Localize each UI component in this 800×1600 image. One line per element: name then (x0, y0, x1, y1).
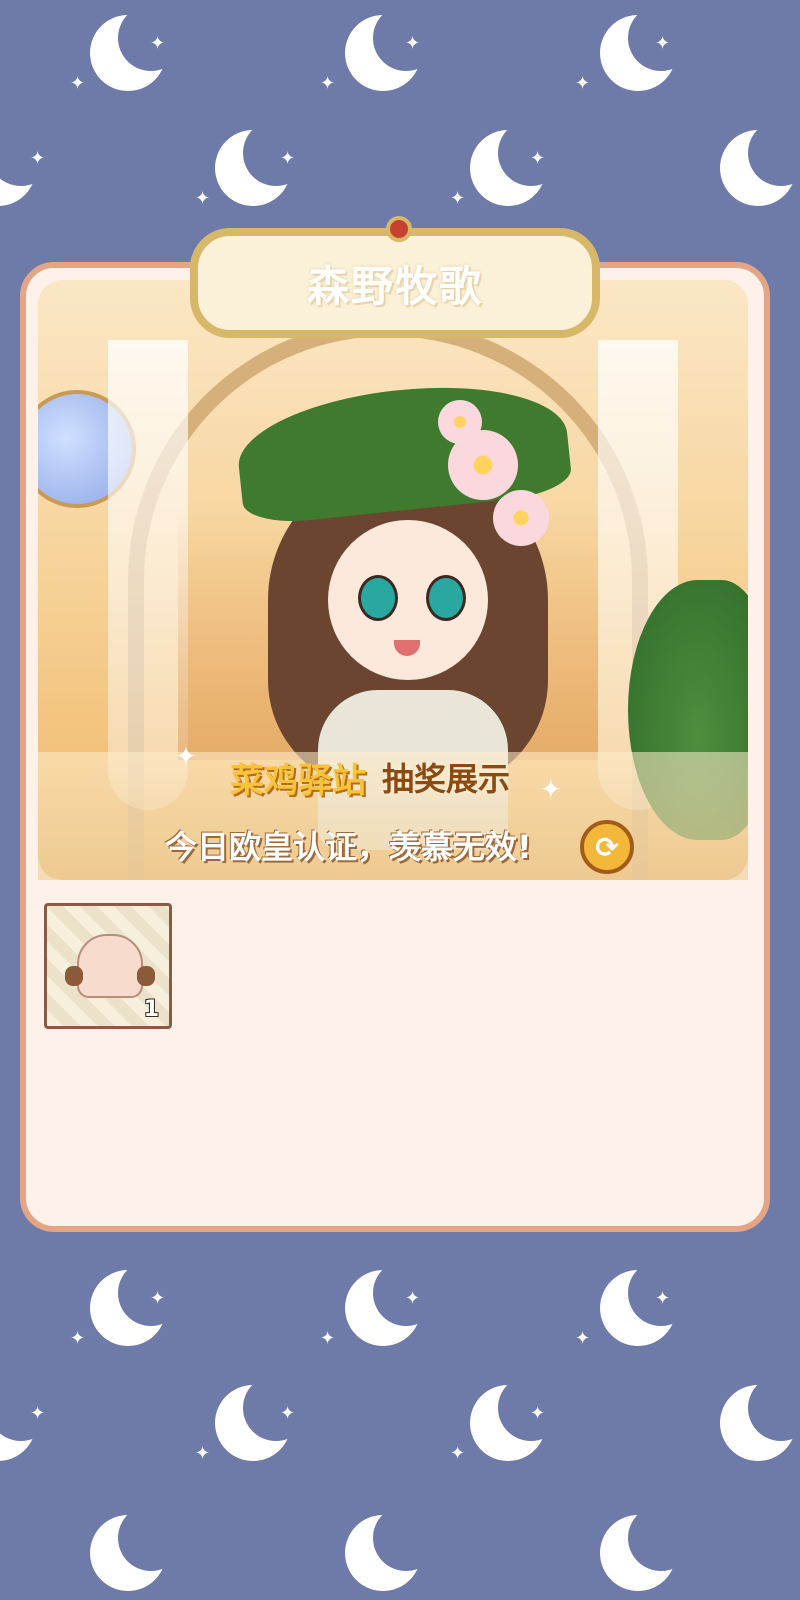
sparkle-icon: ✦ (540, 775, 562, 805)
character-eye-right (426, 575, 466, 621)
caption-show-label: 抽奖展示 (382, 760, 511, 798)
star-icon: ✦ (30, 1403, 46, 1424)
star-icon: ✦ (655, 33, 671, 54)
caption-heading: 菜鸡驿站 抽奖展示 (230, 752, 510, 802)
outfit-top-icon (65, 934, 155, 998)
moon-icon (720, 120, 800, 206)
refresh-button[interactable]: ⟳ (580, 820, 634, 874)
caption-brand: 菜鸡驿站 (230, 760, 366, 801)
refresh-icon: ⟳ (595, 830, 619, 864)
star-icon: ✦ (150, 33, 166, 54)
star-icon: ✦ (30, 148, 46, 169)
star-icon: ✦ (280, 148, 296, 169)
star-icon: ✦ (195, 188, 211, 209)
moon-icon (600, 1505, 694, 1591)
outfit-title: 森野牧歌 (306, 261, 483, 311)
star-icon: ✦ (70, 73, 86, 94)
curtain-left (108, 340, 188, 810)
star-icon: ✦ (530, 148, 546, 169)
outfit-title-plaque: 森野牧歌 (190, 216, 600, 338)
moon-icon (345, 1505, 439, 1591)
item-count: 1 (143, 997, 159, 1022)
star-icon: ✦ (280, 1403, 296, 1424)
moon-icon (90, 1505, 184, 1591)
star-icon: ✦ (575, 73, 591, 94)
reward-item-slot[interactable]: 1 (44, 903, 172, 1029)
moon-icon (720, 1375, 800, 1461)
star-icon: ✦ (655, 1288, 671, 1309)
star-icon: ✦ (405, 1288, 421, 1309)
star-icon: ✦ (530, 1403, 546, 1424)
star-icon: ✦ (70, 1328, 86, 1349)
character-eye-left (358, 575, 398, 621)
flower-icon (438, 400, 482, 444)
star-icon: ✦ (195, 1443, 211, 1464)
star-icon: ✦ (320, 1328, 336, 1349)
star-icon: ✦ (575, 1328, 591, 1349)
caption-subtitle: 今日欧皇认证，羡慕无效! (165, 828, 532, 866)
star-icon: ✦ (405, 33, 421, 54)
flower-icon (493, 490, 549, 546)
star-icon: ✦ (450, 1443, 466, 1464)
sparkle-icon: ✦ (175, 742, 197, 772)
star-icon: ✦ (320, 73, 336, 94)
star-icon: ✦ (150, 1288, 166, 1309)
star-icon: ✦ (450, 188, 466, 209)
gem-ornament (386, 216, 412, 242)
